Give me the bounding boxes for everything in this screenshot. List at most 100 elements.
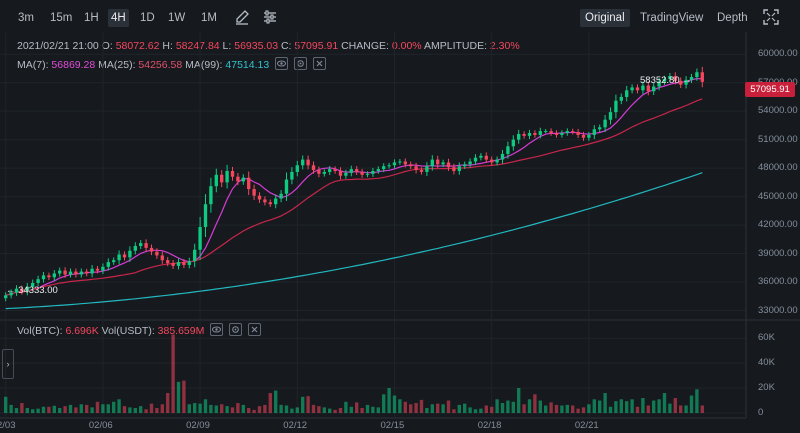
volume-bar bbox=[338, 408, 343, 413]
date-tick-label: 02/18 bbox=[477, 420, 502, 431]
volume-bar bbox=[441, 404, 445, 413]
candle-body bbox=[419, 170, 424, 172]
candle-body bbox=[625, 90, 629, 97]
candlestick-chart[interactable] bbox=[0, 0, 800, 433]
volume-bar bbox=[9, 404, 13, 413]
volume-bar bbox=[106, 404, 110, 413]
volume-bar bbox=[182, 380, 186, 413]
volume-bar bbox=[662, 393, 667, 413]
candle-body bbox=[441, 162, 445, 165]
candle-body bbox=[63, 270, 67, 275]
candle-body bbox=[95, 268, 100, 271]
candle-body bbox=[403, 161, 407, 165]
vol-usdt-label: Vol(USDT): bbox=[101, 325, 155, 337]
candle-body bbox=[176, 262, 181, 266]
volume-bar bbox=[619, 399, 623, 413]
volume-bar bbox=[344, 401, 348, 413]
volume-bar bbox=[247, 408, 251, 413]
candle-body bbox=[608, 112, 613, 120]
candle-body bbox=[554, 133, 559, 135]
volume-bar bbox=[614, 401, 618, 413]
candle-body bbox=[527, 133, 532, 136]
volume-bar bbox=[409, 404, 413, 413]
candle-body bbox=[182, 262, 186, 265]
candle-body bbox=[571, 131, 575, 133]
volume-bar bbox=[436, 403, 440, 413]
volume-bar bbox=[365, 404, 370, 413]
volume-bar bbox=[25, 408, 29, 413]
candle-body bbox=[544, 131, 548, 133]
candle-body bbox=[149, 247, 154, 252]
candle-body bbox=[603, 119, 607, 128]
volume-bar bbox=[144, 409, 148, 413]
candle-body bbox=[106, 262, 110, 267]
vol-close-icon[interactable] bbox=[248, 323, 262, 336]
candle-body bbox=[257, 195, 262, 200]
volume-bar bbox=[679, 405, 683, 413]
candle-body bbox=[457, 166, 461, 171]
candle-body bbox=[565, 131, 569, 134]
volume-bar bbox=[484, 405, 488, 413]
candle-body bbox=[576, 132, 580, 135]
candle-body bbox=[700, 72, 704, 82]
volume-bar bbox=[700, 405, 704, 413]
candle-body bbox=[295, 165, 299, 172]
candle-body bbox=[506, 146, 510, 154]
vol-settings-icon[interactable] bbox=[229, 323, 243, 336]
candle-body bbox=[511, 139, 515, 147]
candle-body bbox=[122, 254, 127, 258]
price-axis: 60000.0057000.0054000.0051000.0048000.00… bbox=[746, 37, 800, 320]
candle-body bbox=[695, 72, 699, 78]
candle-body bbox=[446, 162, 451, 168]
candle-body bbox=[382, 166, 386, 170]
volume-bar bbox=[571, 405, 575, 413]
volume-bar bbox=[85, 404, 89, 413]
candle-body bbox=[47, 275, 51, 278]
volume-bar bbox=[14, 408, 19, 413]
candle-body bbox=[198, 226, 202, 250]
volume-bar bbox=[209, 404, 213, 413]
volume-bar bbox=[295, 407, 299, 413]
volume-tick-label: 0 bbox=[758, 407, 764, 418]
volume-bar bbox=[581, 407, 586, 413]
candle-body bbox=[236, 176, 240, 182]
candle-body bbox=[619, 96, 623, 101]
candle-body bbox=[344, 172, 348, 176]
candle-body bbox=[247, 177, 251, 190]
volume-bar bbox=[635, 406, 640, 413]
expand-panel-button[interactable]: › bbox=[2, 349, 14, 379]
candle-body bbox=[144, 243, 148, 248]
volume-bar bbox=[684, 405, 688, 413]
volume-bar bbox=[160, 404, 164, 413]
candle-body bbox=[117, 254, 121, 261]
candle-body bbox=[430, 159, 434, 167]
volume-bar bbox=[371, 406, 375, 413]
vol-eye-icon[interactable] bbox=[210, 323, 224, 336]
volume-bar bbox=[68, 404, 73, 413]
candle-body bbox=[290, 171, 294, 180]
volume-bar bbox=[90, 407, 94, 413]
volume-bar bbox=[349, 406, 353, 413]
volume-bar bbox=[641, 398, 645, 413]
candle-body bbox=[630, 87, 634, 91]
price-tick-label: 51000.00 bbox=[758, 133, 798, 145]
candle-body bbox=[355, 169, 359, 172]
volume-bar bbox=[47, 406, 51, 413]
candle-body bbox=[187, 261, 191, 265]
candle-body bbox=[214, 174, 218, 187]
candle-body bbox=[473, 157, 478, 162]
volume-bar bbox=[560, 405, 564, 413]
candle-body bbox=[387, 165, 391, 167]
date-tick-label: 02/15 bbox=[380, 420, 405, 431]
candle-body bbox=[365, 173, 370, 175]
candle-body bbox=[635, 87, 640, 91]
volume-bar bbox=[403, 401, 407, 413]
volume-bar bbox=[565, 404, 569, 413]
volume-bar bbox=[95, 401, 100, 413]
volume-bar bbox=[79, 404, 83, 413]
volume-bar bbox=[225, 406, 229, 413]
candle-body bbox=[58, 270, 62, 274]
volume-bar bbox=[414, 403, 418, 413]
volume-bar bbox=[468, 407, 472, 413]
volume-bar bbox=[387, 388, 391, 413]
